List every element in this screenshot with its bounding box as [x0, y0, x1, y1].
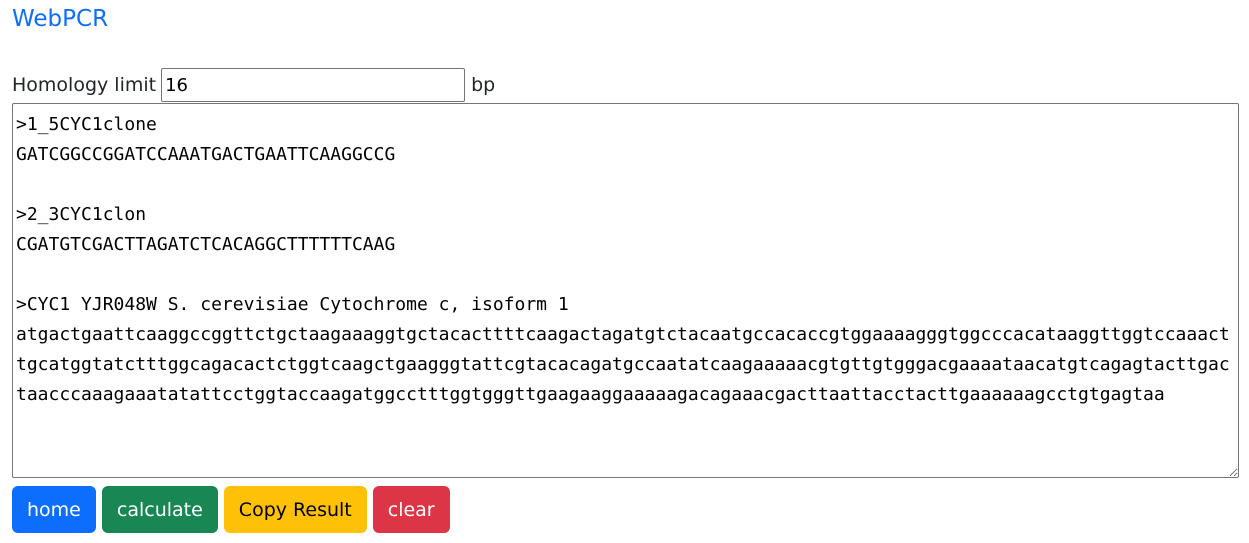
- homology-limit-input[interactable]: [161, 68, 466, 102]
- clear-button[interactable]: clear: [372, 486, 450, 533]
- homology-limit-label: Homology limit: [12, 74, 157, 96]
- calculate-button[interactable]: calculate: [101, 486, 218, 533]
- homology-limit-row: Homology limit bp: [12, 67, 495, 103]
- app-title-link[interactable]: WebPCR: [12, 4, 108, 34]
- copy-result-button[interactable]: Copy Result: [223, 486, 367, 533]
- homology-unit-label: bp: [471, 74, 496, 96]
- sequence-textarea[interactable]: >1_5CYC1clone GATCGGCCGGATCCAAATGACTGAAT…: [12, 103, 1239, 478]
- action-buttons: home calculate Copy Result clear: [12, 486, 450, 533]
- home-button[interactable]: home: [12, 486, 96, 533]
